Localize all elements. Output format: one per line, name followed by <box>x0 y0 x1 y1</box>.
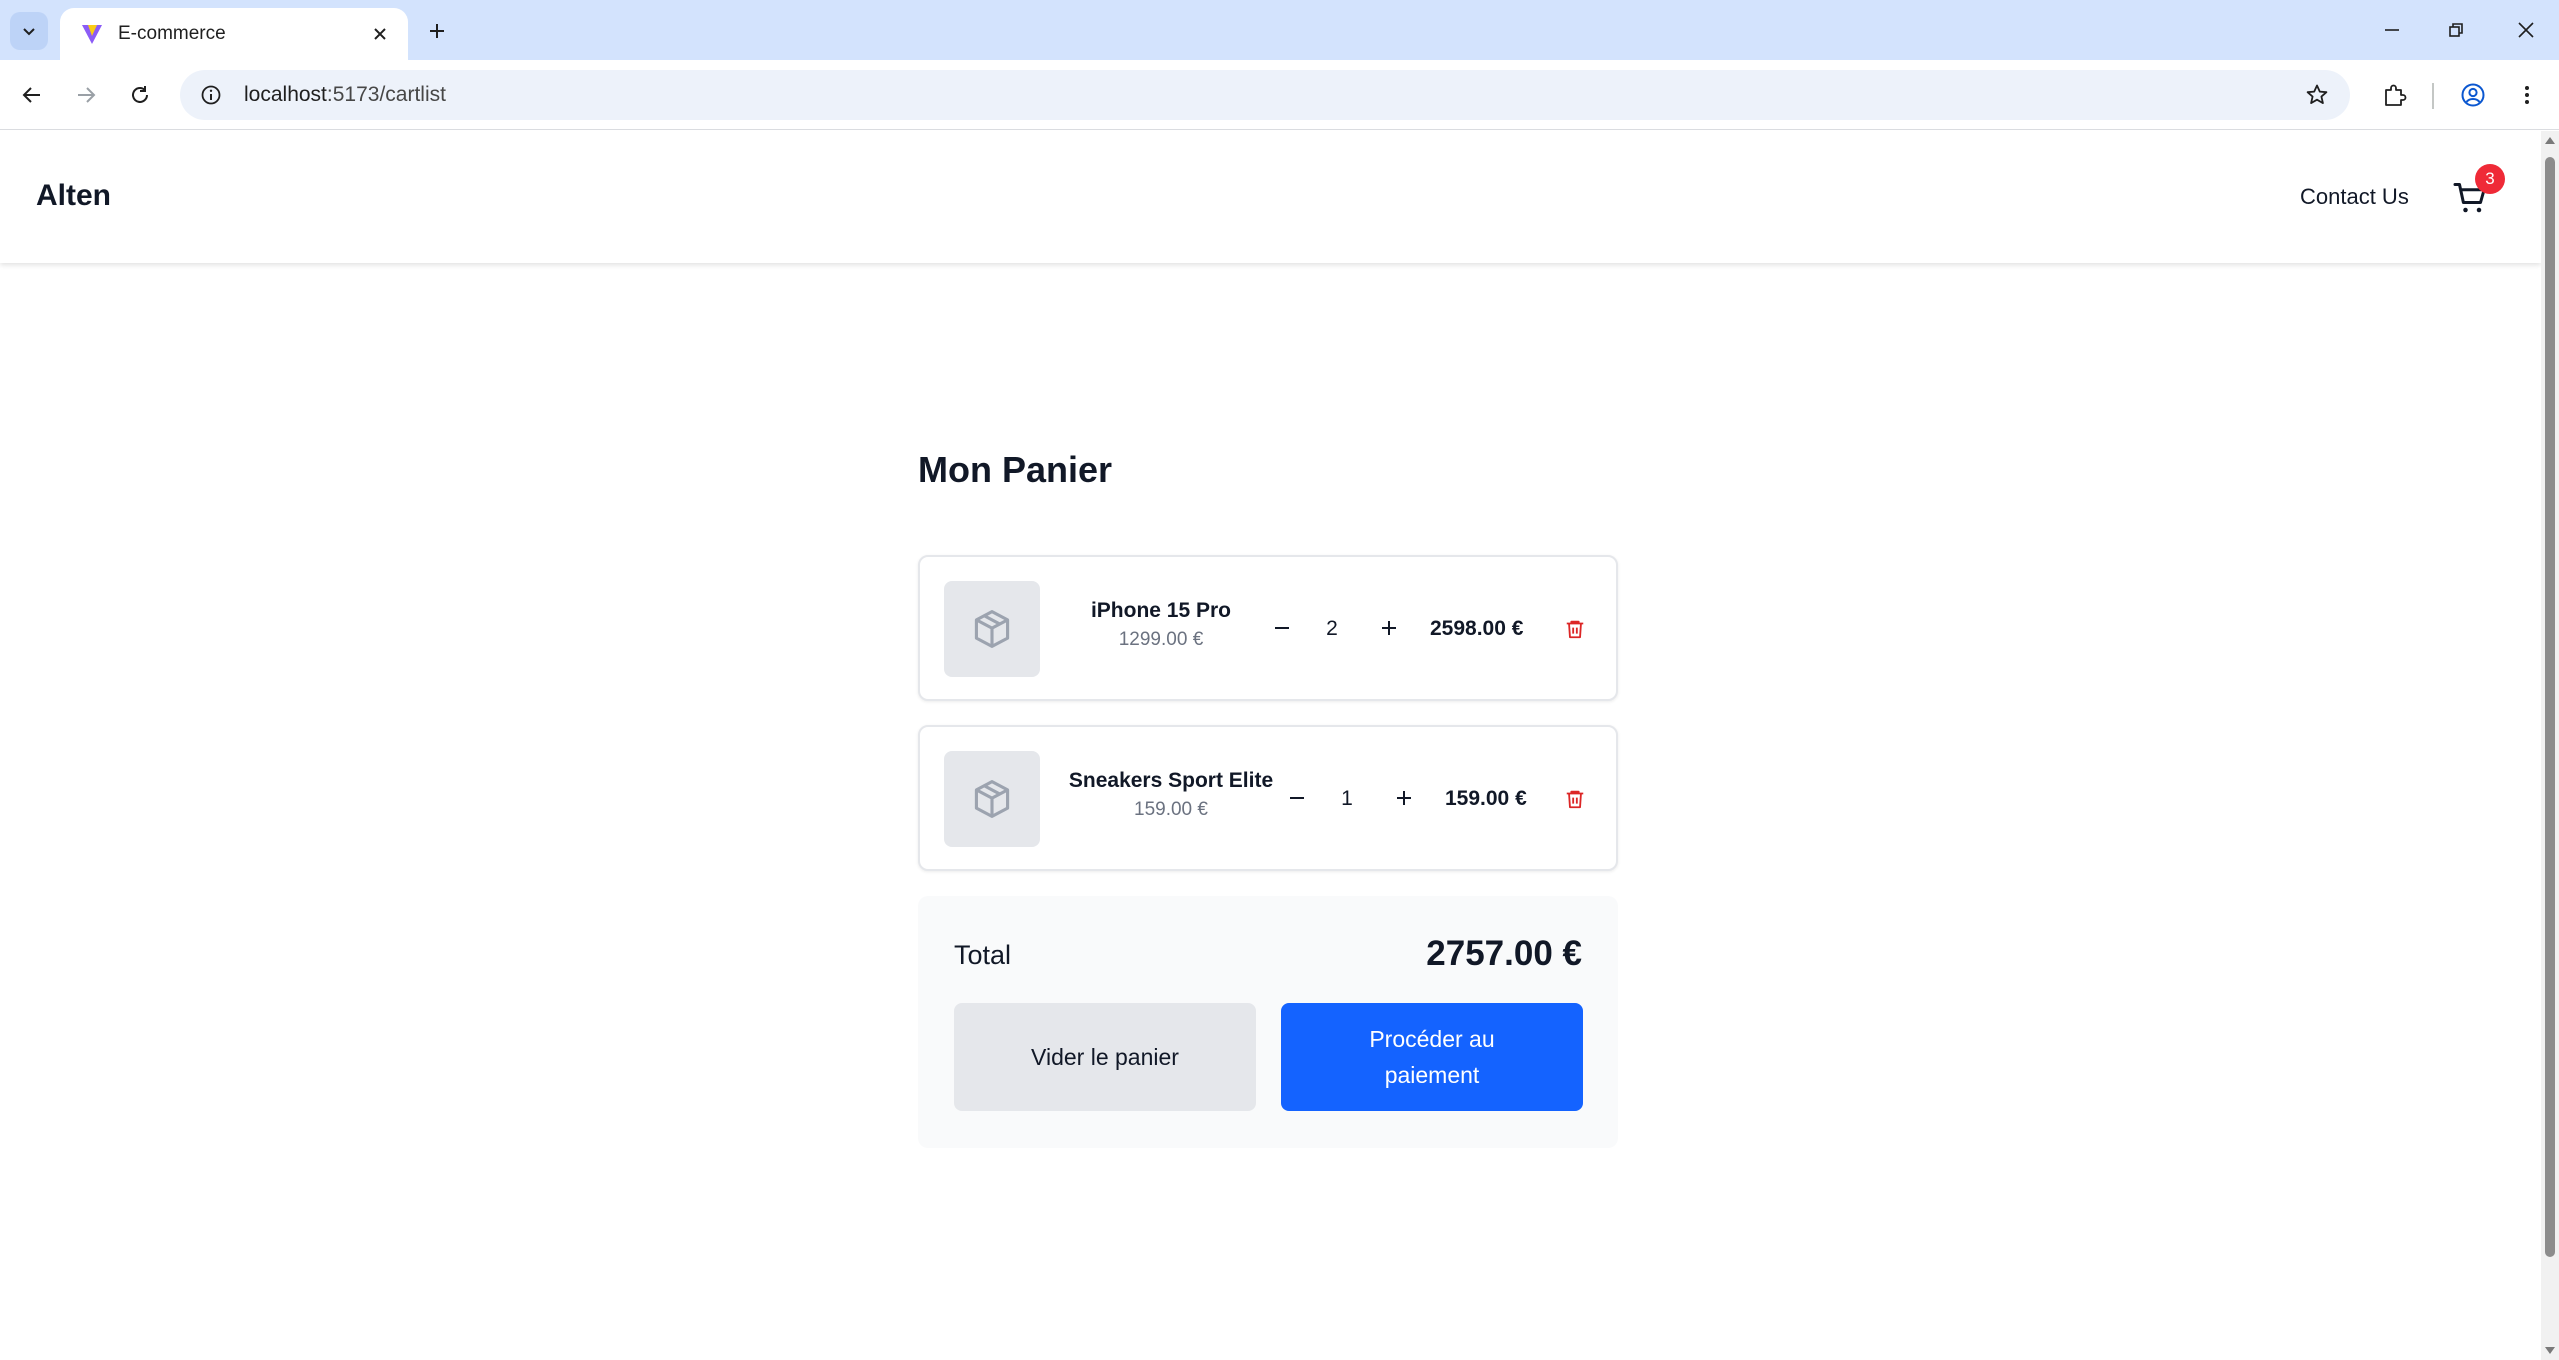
browser-toolbar: localhost:5173/cartlist <box>0 60 2559 130</box>
url-host: localhost <box>244 83 327 106</box>
trash-icon <box>1566 620 1584 639</box>
trash-icon <box>1566 790 1584 809</box>
item-name: iPhone 15 Pro <box>1090 599 1232 622</box>
reload-button[interactable] <box>120 75 160 115</box>
decrease-quantity-button[interactable] <box>1265 611 1299 645</box>
profile-button[interactable] <box>2453 75 2493 115</box>
cart-item: iPhone 15 Pro 1299.00 € 2 2598.00 € <box>918 555 1618 701</box>
brand-logo[interactable]: Alten <box>36 179 111 213</box>
delete-item-button[interactable] <box>1560 614 1590 644</box>
scroll-down-arrow[interactable] <box>2545 1347 2555 1354</box>
package-icon <box>974 780 1010 818</box>
product-thumbnail <box>944 751 1040 847</box>
browser-menu-button[interactable] <box>2507 75 2547 115</box>
item-info: Sneakers Sport Elite 159.00 € <box>1046 769 1296 821</box>
plus-icon <box>430 24 444 38</box>
minimize-icon <box>2385 29 2399 31</box>
restore-button[interactable] <box>2432 10 2480 50</box>
reload-icon <box>132 86 148 103</box>
item-unit-price: 159.00 € <box>1134 799 1208 820</box>
decrease-quantity-button[interactable] <box>1280 781 1314 815</box>
cart-count-badge: 3 <box>2475 164 2505 194</box>
tab-title: E-commerce <box>118 23 226 44</box>
more-vertical-icon <box>2525 86 2529 104</box>
close-icon <box>2518 22 2534 38</box>
item-info: iPhone 15 Pro 1299.00 € <box>1066 599 1256 651</box>
bookmark-star-button[interactable] <box>2302 80 2332 110</box>
item-unit-price: 1299.00 € <box>1118 629 1204 650</box>
url-text: localhost:5173/cartlist <box>244 83 446 107</box>
chevron-down-icon <box>23 28 35 36</box>
increase-quantity-button[interactable] <box>1372 611 1406 645</box>
contact-us-link[interactable]: Contact Us <box>2300 184 2409 210</box>
tab-close-button[interactable] <box>366 20 394 48</box>
arrow-right-icon <box>78 87 96 103</box>
close-window-button[interactable] <box>2502 10 2550 50</box>
item-quantity: 2 <box>1326 617 1338 640</box>
product-thumbnail <box>944 581 1040 677</box>
delete-item-button[interactable] <box>1560 784 1590 814</box>
puzzle-icon <box>2385 84 2407 106</box>
plus-icon <box>1397 791 1411 805</box>
minus-icon <box>1275 627 1289 629</box>
address-bar[interactable]: localhost:5173/cartlist <box>180 70 2350 120</box>
toolbar-separator <box>2432 83 2434 109</box>
package-icon <box>974 610 1010 648</box>
site-info-icon[interactable] <box>196 80 226 110</box>
item-line-total: 2598.00 € <box>1430 617 1524 640</box>
extensions-button[interactable] <box>2374 75 2414 115</box>
restore-icon <box>2449 23 2463 37</box>
tab-search-button[interactable] <box>10 12 48 50</box>
page-viewport: Alten Contact Us 3 Mon Panier iPhone 15 … <box>0 131 2541 1360</box>
close-icon <box>374 28 386 40</box>
url-path: :5173/cartlist <box>326 83 446 106</box>
item-name: Sneakers Sport Elite <box>1068 769 1274 792</box>
cart-summary: Total 2757.00 € Vider le panier Procéder… <box>918 896 1618 1148</box>
minimize-button[interactable] <box>2368 10 2416 50</box>
minus-icon <box>1290 797 1304 799</box>
profile-icon <box>2461 83 2485 107</box>
new-tab-button[interactable] <box>420 14 454 48</box>
item-line-total: 159.00 € <box>1445 787 1527 810</box>
site-header: Alten Contact Us 3 <box>0 131 2541 263</box>
total-value: 2757.00 € <box>1426 934 1582 973</box>
total-label: Total <box>954 940 1012 970</box>
scroll-up-arrow[interactable] <box>2545 137 2555 144</box>
clear-cart-button[interactable]: Vider le panier <box>954 1003 1256 1111</box>
cart-item: Sneakers Sport Elite 159.00 € 1 159.00 € <box>918 725 1618 871</box>
item-quantity: 1 <box>1341 787 1353 810</box>
increase-quantity-button[interactable] <box>1387 781 1421 815</box>
scroll-thumb[interactable] <box>2545 157 2555 1257</box>
vite-logo-icon <box>82 25 102 44</box>
page-scrollbar[interactable] <box>2541 131 2559 1360</box>
browser-tab[interactable]: E-commerce <box>60 8 408 60</box>
page-title: Mon Panier <box>918 449 1113 490</box>
plus-icon <box>1382 621 1396 635</box>
arrow-left-icon <box>22 87 40 103</box>
star-icon <box>2306 84 2328 104</box>
back-button[interactable] <box>12 75 52 115</box>
checkout-button[interactable]: Procéder au paiement <box>1281 1003 1583 1111</box>
browser-tabstrip: E-commerce <box>0 0 2559 60</box>
forward-button[interactable] <box>66 75 106 115</box>
